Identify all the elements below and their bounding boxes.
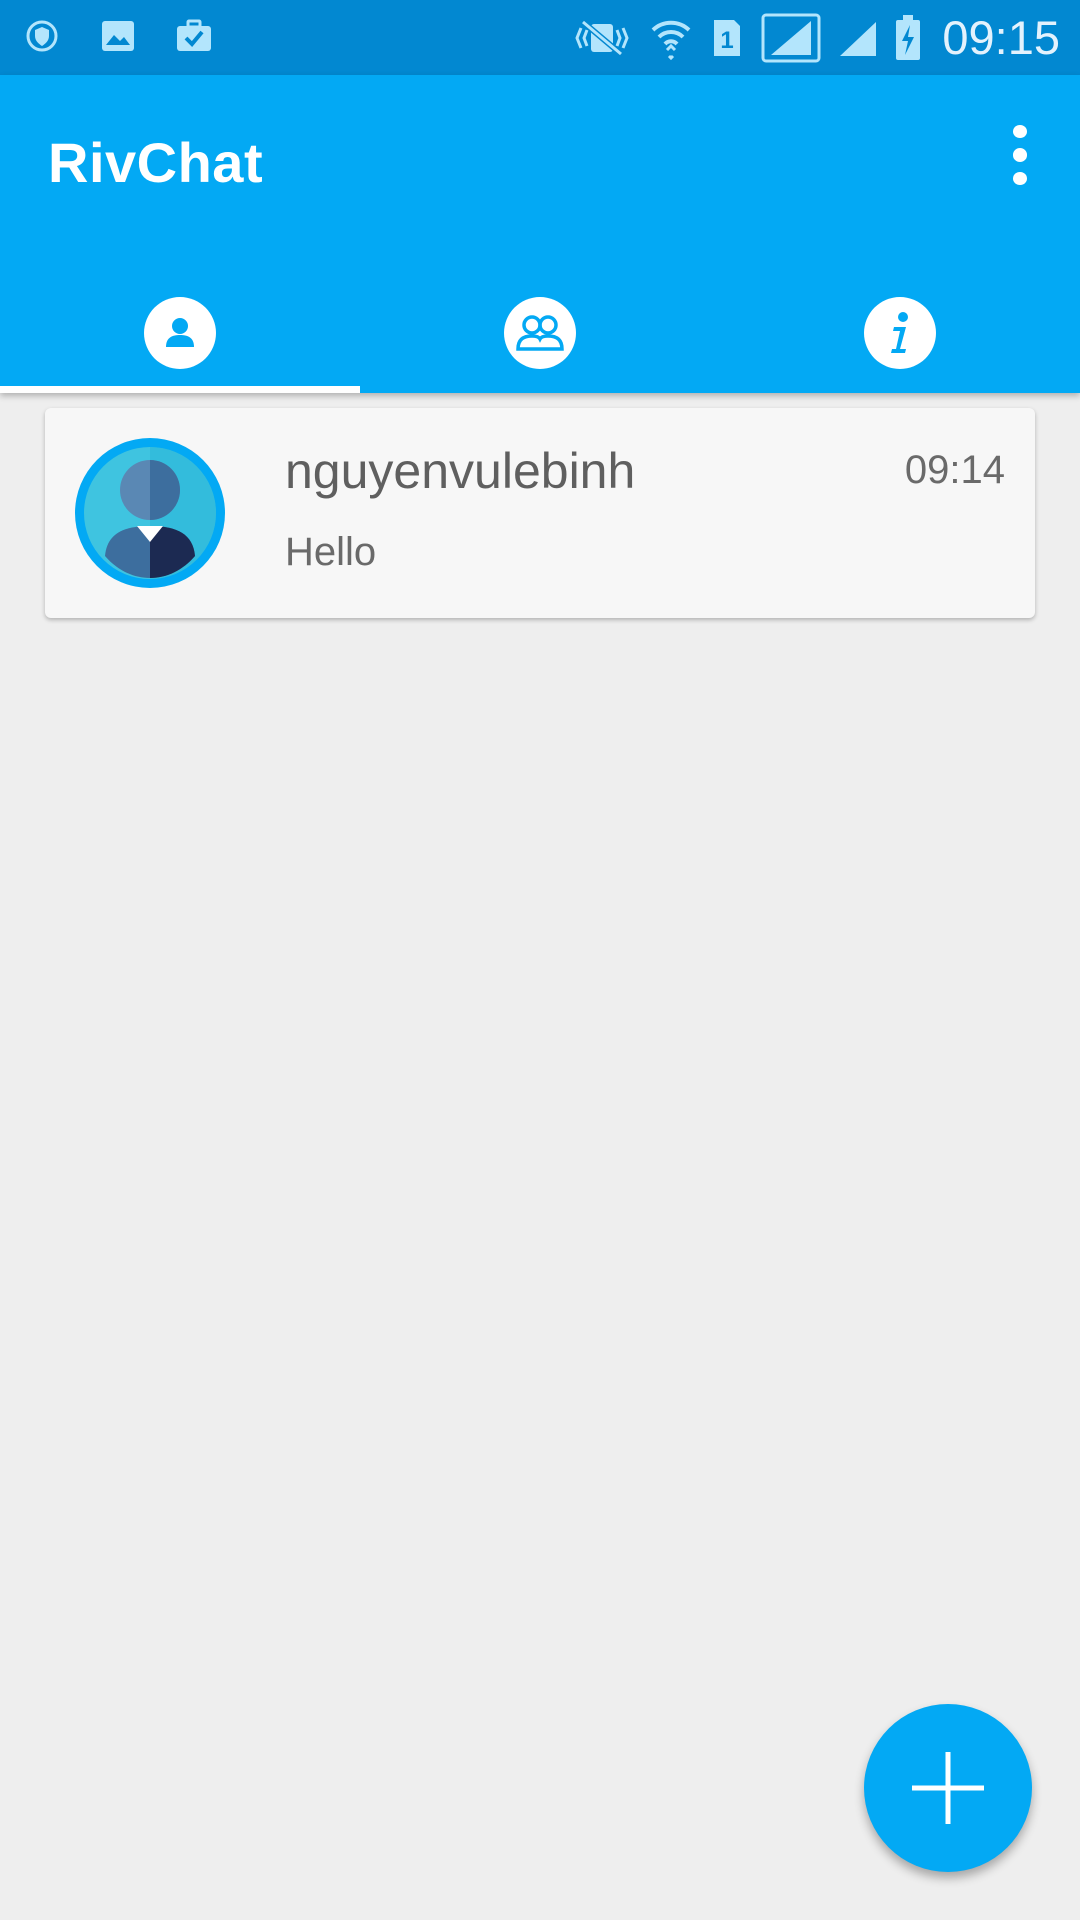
group-icon <box>504 297 576 369</box>
app-title: RivChat <box>48 131 264 194</box>
overflow-dot <box>1013 148 1027 162</box>
svg-text:1: 1 <box>721 27 734 54</box>
plus-icon <box>912 1752 984 1824</box>
tab-groups[interactable] <box>360 273 720 393</box>
signal-icon <box>838 16 878 60</box>
default-avatar-icon <box>75 438 225 588</box>
tab-selected-indicator <box>0 386 360 393</box>
overflow-dot <box>1013 125 1027 139</box>
wifi-icon <box>648 16 694 60</box>
vibrate-muted-icon <box>572 16 632 60</box>
last-message: Hello <box>285 530 377 574</box>
message-time: 09:14 <box>904 448 1005 492</box>
overflow-menu-button[interactable] <box>990 125 1050 185</box>
battery-charging-icon <box>894 15 922 60</box>
notification-icons <box>22 14 214 58</box>
tab-friends[interactable] <box>0 273 360 393</box>
image-icon <box>98 14 138 58</box>
conversation-item[interactable]: nguyenvulebinh Hello 09:14 <box>45 408 1035 618</box>
overflow-dot <box>1013 171 1027 185</box>
tab-info[interactable] <box>720 273 1080 393</box>
contact-name: nguyenvulebinh <box>285 443 636 499</box>
vpn-shield-icon <box>22 14 62 58</box>
briefcase-check-icon <box>174 14 214 58</box>
status-bar: 1 09:15 <box>0 0 1080 75</box>
tab-bar <box>0 273 1080 393</box>
system-icons: 1 09:15 <box>572 10 1060 66</box>
add-button[interactable] <box>864 1704 1032 1872</box>
status-time: 09:15 <box>942 11 1060 64</box>
person-icon <box>144 297 216 369</box>
sim-1-icon: 1 <box>710 16 744 60</box>
signal-full-icon <box>760 13 822 63</box>
app-bar: RivChat <box>0 75 1080 393</box>
info-icon <box>864 297 936 369</box>
